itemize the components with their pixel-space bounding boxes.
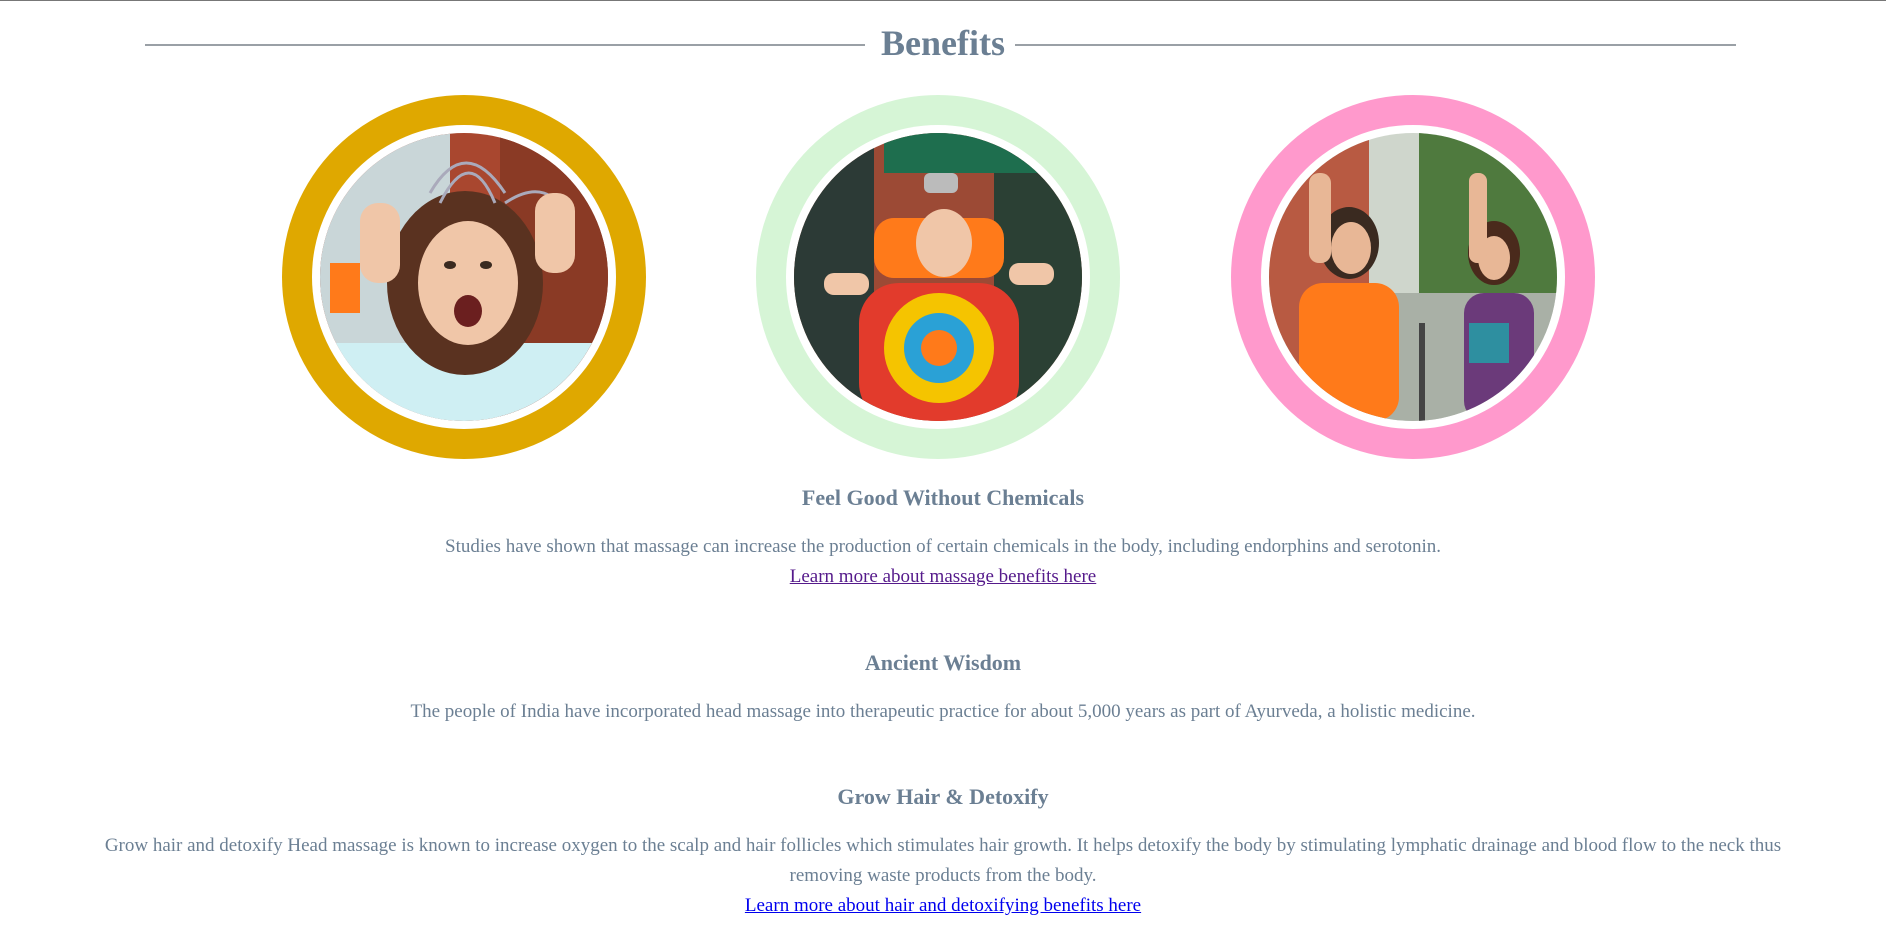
- man-tie-dye-photo: [794, 133, 1082, 421]
- benefit-text-3: Grow hair and detoxify Head massage is k…: [104, 835, 1782, 886]
- benefits-page: Benefits Feel Good Without Chemicals Stu…: [0, 0, 1886, 939]
- benefit-block-1: Feel Good Without Chemicals Studies have…: [0, 484, 1886, 592]
- benefit-title-1: Feel Good Without Chemicals: [801, 485, 1085, 510]
- benefit-image-ring-3: [1231, 95, 1595, 459]
- woman-head-massager-photo: [320, 133, 608, 421]
- benefit-block-3: Grow Hair & Detoxify Grow hair and detox…: [0, 783, 1886, 921]
- two-people-outdoors-photo: [1269, 133, 1557, 421]
- benefit-text-1: Studies have shown that massage can incr…: [445, 536, 1441, 557]
- benefit-image-ring-2: [756, 95, 1120, 459]
- heading-rule-right: [1015, 44, 1736, 46]
- benefit-title-2: Ancient Wisdom: [864, 650, 1022, 675]
- benefit-text-2: The people of India have incorporated he…: [410, 701, 1476, 722]
- benefit-image-ring-1: [282, 95, 646, 459]
- massage-benefits-link[interactable]: Learn more about massage benefits here: [790, 566, 1097, 587]
- section-title: Benefits: [881, 23, 1005, 63]
- hair-detox-benefits-link[interactable]: Learn more about hair and detoxifying be…: [745, 895, 1141, 916]
- benefit-title-3: Grow Hair & Detoxify: [837, 784, 1049, 809]
- section-heading: Benefits: [0, 1, 1886, 89]
- benefit-block-2: Ancient Wisdom The people of India have …: [0, 649, 1886, 727]
